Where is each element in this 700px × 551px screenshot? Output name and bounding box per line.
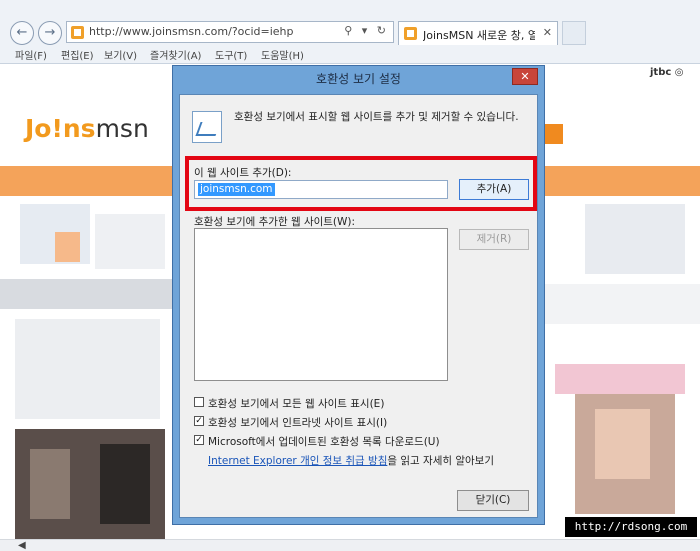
menu-bar: 파일(F) 편집(E) 보기(V) 즐겨찾기(A) 도구(T) 도움말(H) bbox=[0, 45, 700, 64]
pixel-block bbox=[15, 319, 160, 419]
checkbox-label[interactable]: 호환성 보기에서 모든 웹 사이트 표시(E) bbox=[208, 396, 384, 411]
added-sites-list[interactable] bbox=[194, 228, 448, 381]
dialog-title: 호환성 보기 설정 bbox=[316, 72, 401, 86]
checkbox-box[interactable]: ✓ bbox=[194, 435, 204, 445]
jtbc-logo: jtbc ◎ bbox=[650, 67, 684, 78]
orange-nav-band-right bbox=[545, 166, 700, 196]
menu-view[interactable]: 보기(V) bbox=[104, 47, 137, 62]
pixel-block bbox=[55, 232, 80, 262]
horizontal-scrollbar[interactable]: ◀ bbox=[0, 539, 700, 551]
orange-nav-band bbox=[0, 166, 172, 196]
browser-chrome: ← → http://www.joinsmsn.com/?ocid=iehp ⚲… bbox=[0, 0, 700, 64]
menu-favorites[interactable]: 즐겨찾기(A) bbox=[150, 47, 201, 62]
checkbox-label[interactable]: Microsoft에서 업데이트된 호환성 목록 다운로드(U) bbox=[208, 434, 440, 449]
back-button[interactable]: ← bbox=[10, 21, 34, 45]
dialog-description: 호환성 보기에서 표시할 웹 사이트를 추가 및 제거할 수 있습니다. bbox=[234, 111, 519, 123]
dialog-body: 호환성 보기에서 표시할 웹 사이트를 추가 및 제거할 수 있습니다. 이 웹… bbox=[179, 94, 538, 518]
address-search-refresh-icons[interactable]: ⚲ ▾ ↻ bbox=[344, 24, 389, 37]
forward-button[interactable]: → bbox=[38, 21, 62, 45]
browser-tab[interactable]: JoinsMSN 새로운 창, 열린... ✕ bbox=[398, 21, 558, 45]
menu-edit[interactable]: 편집(E) bbox=[61, 47, 94, 62]
address-bar[interactable]: http://www.joinsmsn.com/?ocid=iehp ⚲ ▾ ↻ bbox=[66, 21, 394, 43]
watermark: http://rdsong.com bbox=[565, 517, 697, 537]
address-url[interactable]: http://www.joinsmsn.com/?ocid=iehp bbox=[89, 25, 293, 38]
scroll-left-arrow-icon[interactable]: ◀ bbox=[18, 540, 26, 551]
add-site-input[interactable]: joinsmsn.com bbox=[194, 180, 448, 199]
joinsmsn-logo: Jo!nsmsn bbox=[25, 114, 149, 143]
tab-title: JoinsMSN 새로운 창, 열린... bbox=[423, 29, 535, 42]
pixel-block bbox=[595, 409, 650, 479]
close-button[interactable]: 닫기(C) bbox=[457, 490, 529, 511]
tab-close-icon[interactable]: ✕ bbox=[543, 26, 552, 39]
checkbox-box[interactable]: ✓ bbox=[194, 416, 204, 426]
checkbox-box[interactable] bbox=[194, 397, 204, 407]
pixel-block bbox=[95, 214, 165, 269]
tab-favicon-icon bbox=[404, 27, 417, 40]
add-site-input-value[interactable]: joinsmsn.com bbox=[198, 183, 275, 196]
add-site-label: 이 웹 사이트 추가(D): bbox=[194, 167, 292, 179]
compatibility-view-icon bbox=[192, 111, 222, 143]
menu-help[interactable]: 도움말(H) bbox=[261, 47, 304, 62]
dialog-close-icon[interactable]: ✕ bbox=[512, 68, 538, 85]
add-button[interactable]: 추가(A) bbox=[459, 179, 529, 200]
new-tab-button[interactable] bbox=[562, 21, 586, 45]
orange-accent-block bbox=[545, 124, 563, 144]
pixel-block bbox=[585, 204, 685, 274]
pixel-block bbox=[0, 279, 172, 309]
pixel-block bbox=[545, 284, 700, 324]
pixel-block bbox=[555, 364, 685, 394]
pixel-block bbox=[30, 449, 70, 519]
pixel-block bbox=[100, 444, 150, 524]
compatibility-view-dialog: 호환성 보기 설정 ✕ 호환성 보기에서 표시할 웹 사이트를 추가 및 제거할… bbox=[172, 65, 545, 525]
privacy-policy-link[interactable]: Internet Explorer 개인 정보 취급 방침 bbox=[208, 455, 387, 467]
menu-tools[interactable]: 도구(T) bbox=[215, 47, 247, 62]
privacy-line: Internet Explorer 개인 정보 취급 방침을 읽고 자세히 알아… bbox=[208, 453, 494, 468]
remove-button[interactable]: 제거(R) bbox=[459, 229, 529, 250]
added-sites-label: 호환성 보기에 추가한 웹 사이트(W): bbox=[194, 216, 356, 228]
site-favicon-icon bbox=[71, 26, 84, 39]
menu-file[interactable]: 파일(F) bbox=[15, 47, 47, 62]
privacy-suffix: 을 읽고 자세히 알아보기 bbox=[387, 455, 495, 467]
checkbox-label[interactable]: 호환성 보기에서 인트라넷 사이트 표시(I) bbox=[208, 415, 387, 430]
